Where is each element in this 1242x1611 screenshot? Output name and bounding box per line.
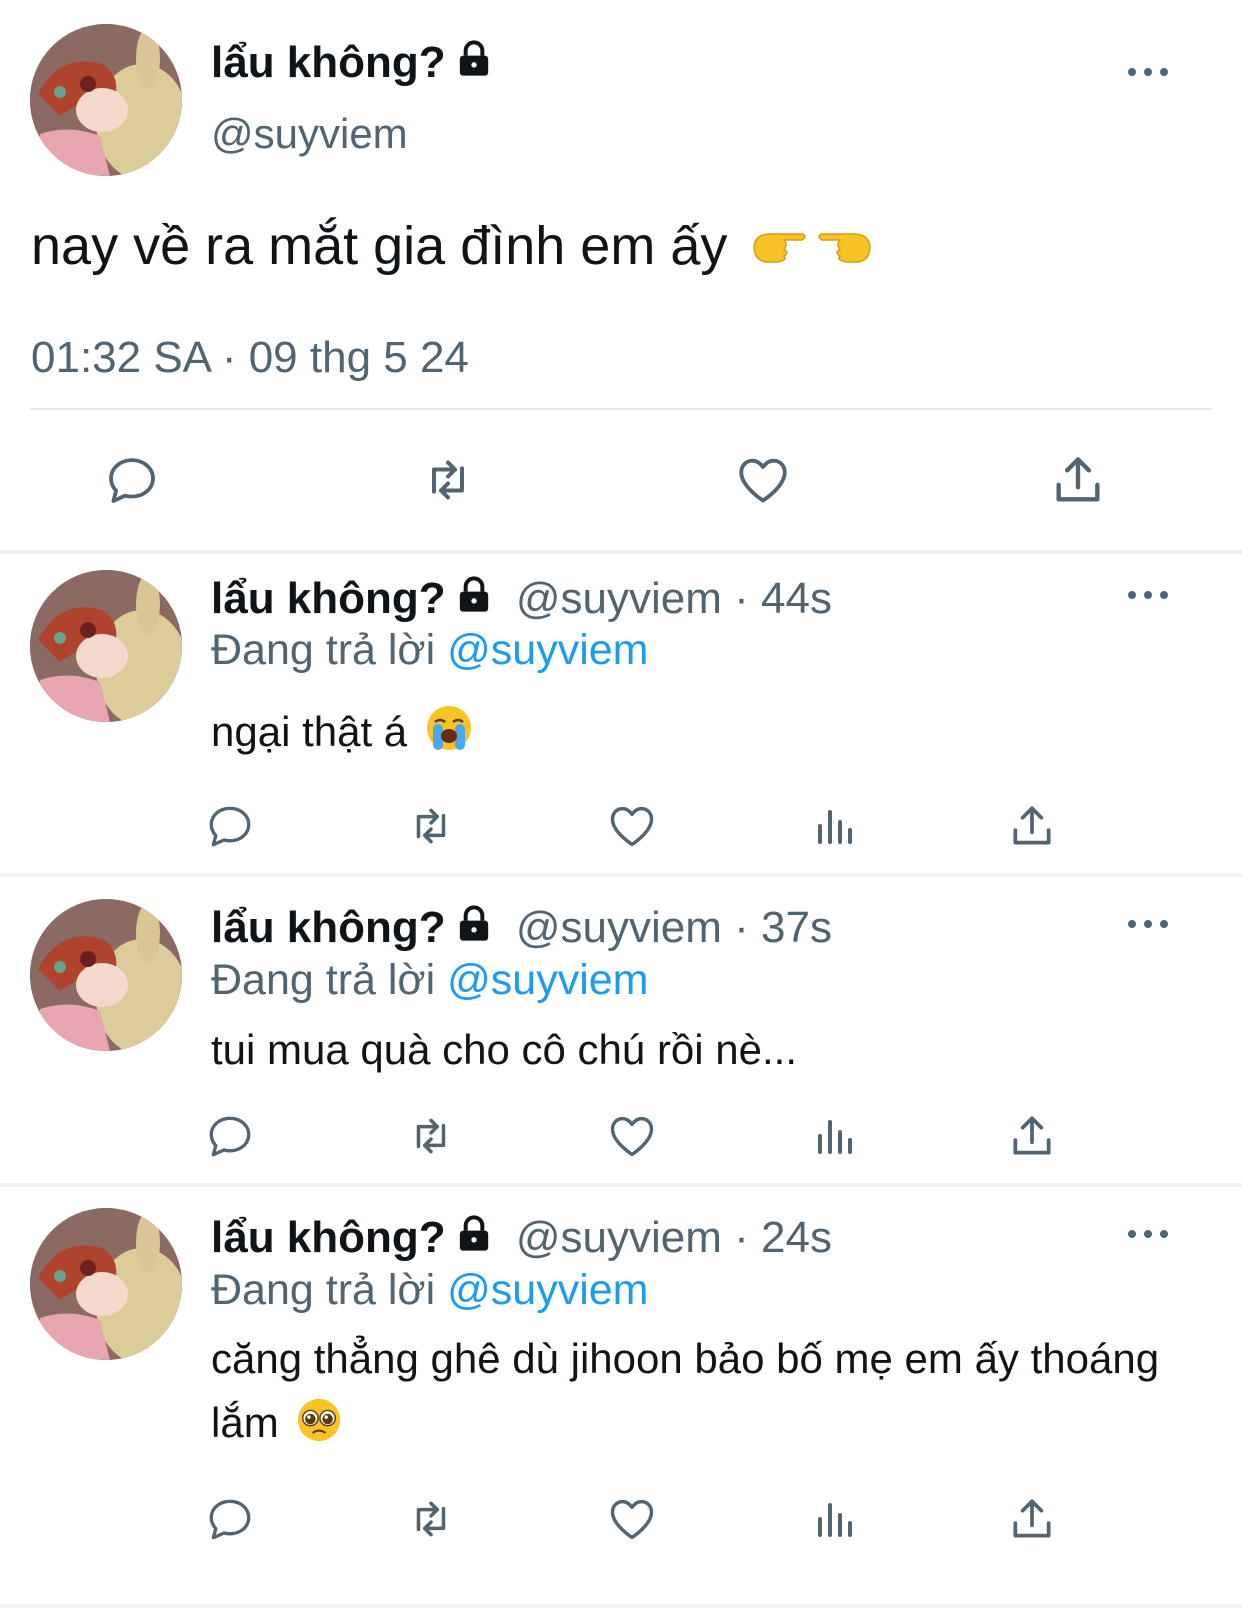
divider (0, 1604, 1242, 1608)
avatar[interactable] (30, 24, 182, 176)
share-icon[interactable] (1006, 1493, 1058, 1545)
like-icon[interactable] (606, 1110, 658, 1162)
timestamp[interactable]: 01:32 SA · 09 thg 5 24 (31, 333, 469, 383)
lock-icon (454, 575, 494, 626)
tweet-text: nay về ra mắt gia đình em ấy (31, 215, 874, 281)
display-name-text[interactable]: lẩu không? (211, 38, 446, 87)
lock-icon (454, 1214, 494, 1265)
share-icon[interactable] (1046, 448, 1110, 512)
share-icon[interactable] (1006, 1110, 1058, 1162)
analytics-icon[interactable] (810, 1110, 862, 1162)
handle-time[interactable]: @suyviem · 24s (516, 1213, 832, 1262)
replying-to-link[interactable]: @suyviem (447, 1266, 648, 1314)
retweet-icon[interactable] (414, 448, 482, 512)
divider (0, 1183, 1242, 1187)
replying-prefix: Đang trả lời (211, 1266, 436, 1314)
divider (30, 408, 1212, 410)
replying-prefix: Đang trả lời (211, 956, 436, 1004)
replying-to-link[interactable]: @suyviem (447, 956, 648, 1004)
handle-time[interactable]: @suyviem · 37s (516, 903, 832, 952)
like-icon[interactable] (731, 448, 795, 512)
like-icon[interactable] (606, 1493, 658, 1545)
more-options-icon[interactable] (1128, 1224, 1168, 1244)
handle[interactable]: @suyviem (211, 110, 408, 158)
loudly-crying-face-emoji-icon (425, 704, 473, 770)
replying-to: Đang trả lời @suyviem (211, 956, 649, 1005)
tweet-text-content: căng thẳng ghê dù jihoon bảo bố mẹ em ấy… (211, 1335, 1160, 1446)
more-options-icon[interactable] (1128, 585, 1168, 605)
lock-icon (454, 904, 494, 955)
divider (0, 550, 1242, 554)
replying-to: Đang trả lời @suyviem (211, 1266, 649, 1315)
tweet-text: căng thẳng ghê dù jihoon bảo bố mẹ em ấy… (211, 1327, 1201, 1461)
more-options-icon[interactable] (1128, 62, 1168, 82)
reply-header[interactable]: lẩu không? @suyviem · 24s (211, 1213, 832, 1265)
divider (0, 873, 1242, 877)
pleading-face-emoji-icon (296, 1397, 342, 1461)
tweet-text: ngại thật á (211, 700, 1201, 770)
reply-icon[interactable] (100, 448, 164, 512)
analytics-icon[interactable] (810, 1493, 862, 1545)
pointing-fingers-emoji-icon (750, 219, 874, 281)
replying-to-link[interactable]: @suyviem (447, 626, 648, 674)
display-name[interactable]: lẩu không? (211, 38, 494, 90)
reply-icon[interactable] (204, 1110, 256, 1162)
display-name[interactable]: lẩu không? (211, 903, 446, 952)
tweet-text-content: tui mua quà cho cô chú rồi nè... (211, 1026, 798, 1073)
lock-icon (454, 39, 494, 90)
retweet-icon[interactable] (400, 1493, 462, 1545)
handle-time[interactable]: @suyviem · 44s (516, 574, 832, 623)
avatar[interactable] (30, 1208, 182, 1360)
reply-icon[interactable] (204, 800, 256, 852)
tweet-text-content: nay về ra mắt gia đình em ấy (31, 216, 728, 276)
replying-to: Đang trả lời @suyviem (211, 626, 649, 675)
retweet-icon[interactable] (400, 800, 462, 852)
display-name[interactable]: lẩu không? (211, 574, 446, 623)
retweet-icon[interactable] (400, 1110, 462, 1162)
analytics-icon[interactable] (810, 800, 862, 852)
avatar[interactable] (30, 899, 182, 1051)
more-options-icon[interactable] (1128, 914, 1168, 934)
share-icon[interactable] (1006, 800, 1058, 852)
display-name[interactable]: lẩu không? (211, 1213, 446, 1262)
reply-header[interactable]: lẩu không? @suyviem · 44s (211, 574, 832, 626)
like-icon[interactable] (606, 800, 658, 852)
tweet-text-content: ngại thật á (211, 708, 408, 755)
reply-icon[interactable] (204, 1493, 256, 1545)
avatar[interactable] (30, 570, 182, 722)
replying-prefix: Đang trả lời (211, 626, 436, 674)
tweet-text: tui mua quà cho cô chú rồi nè... (211, 1018, 1201, 1082)
reply-header[interactable]: lẩu không? @suyviem · 37s (211, 903, 832, 955)
